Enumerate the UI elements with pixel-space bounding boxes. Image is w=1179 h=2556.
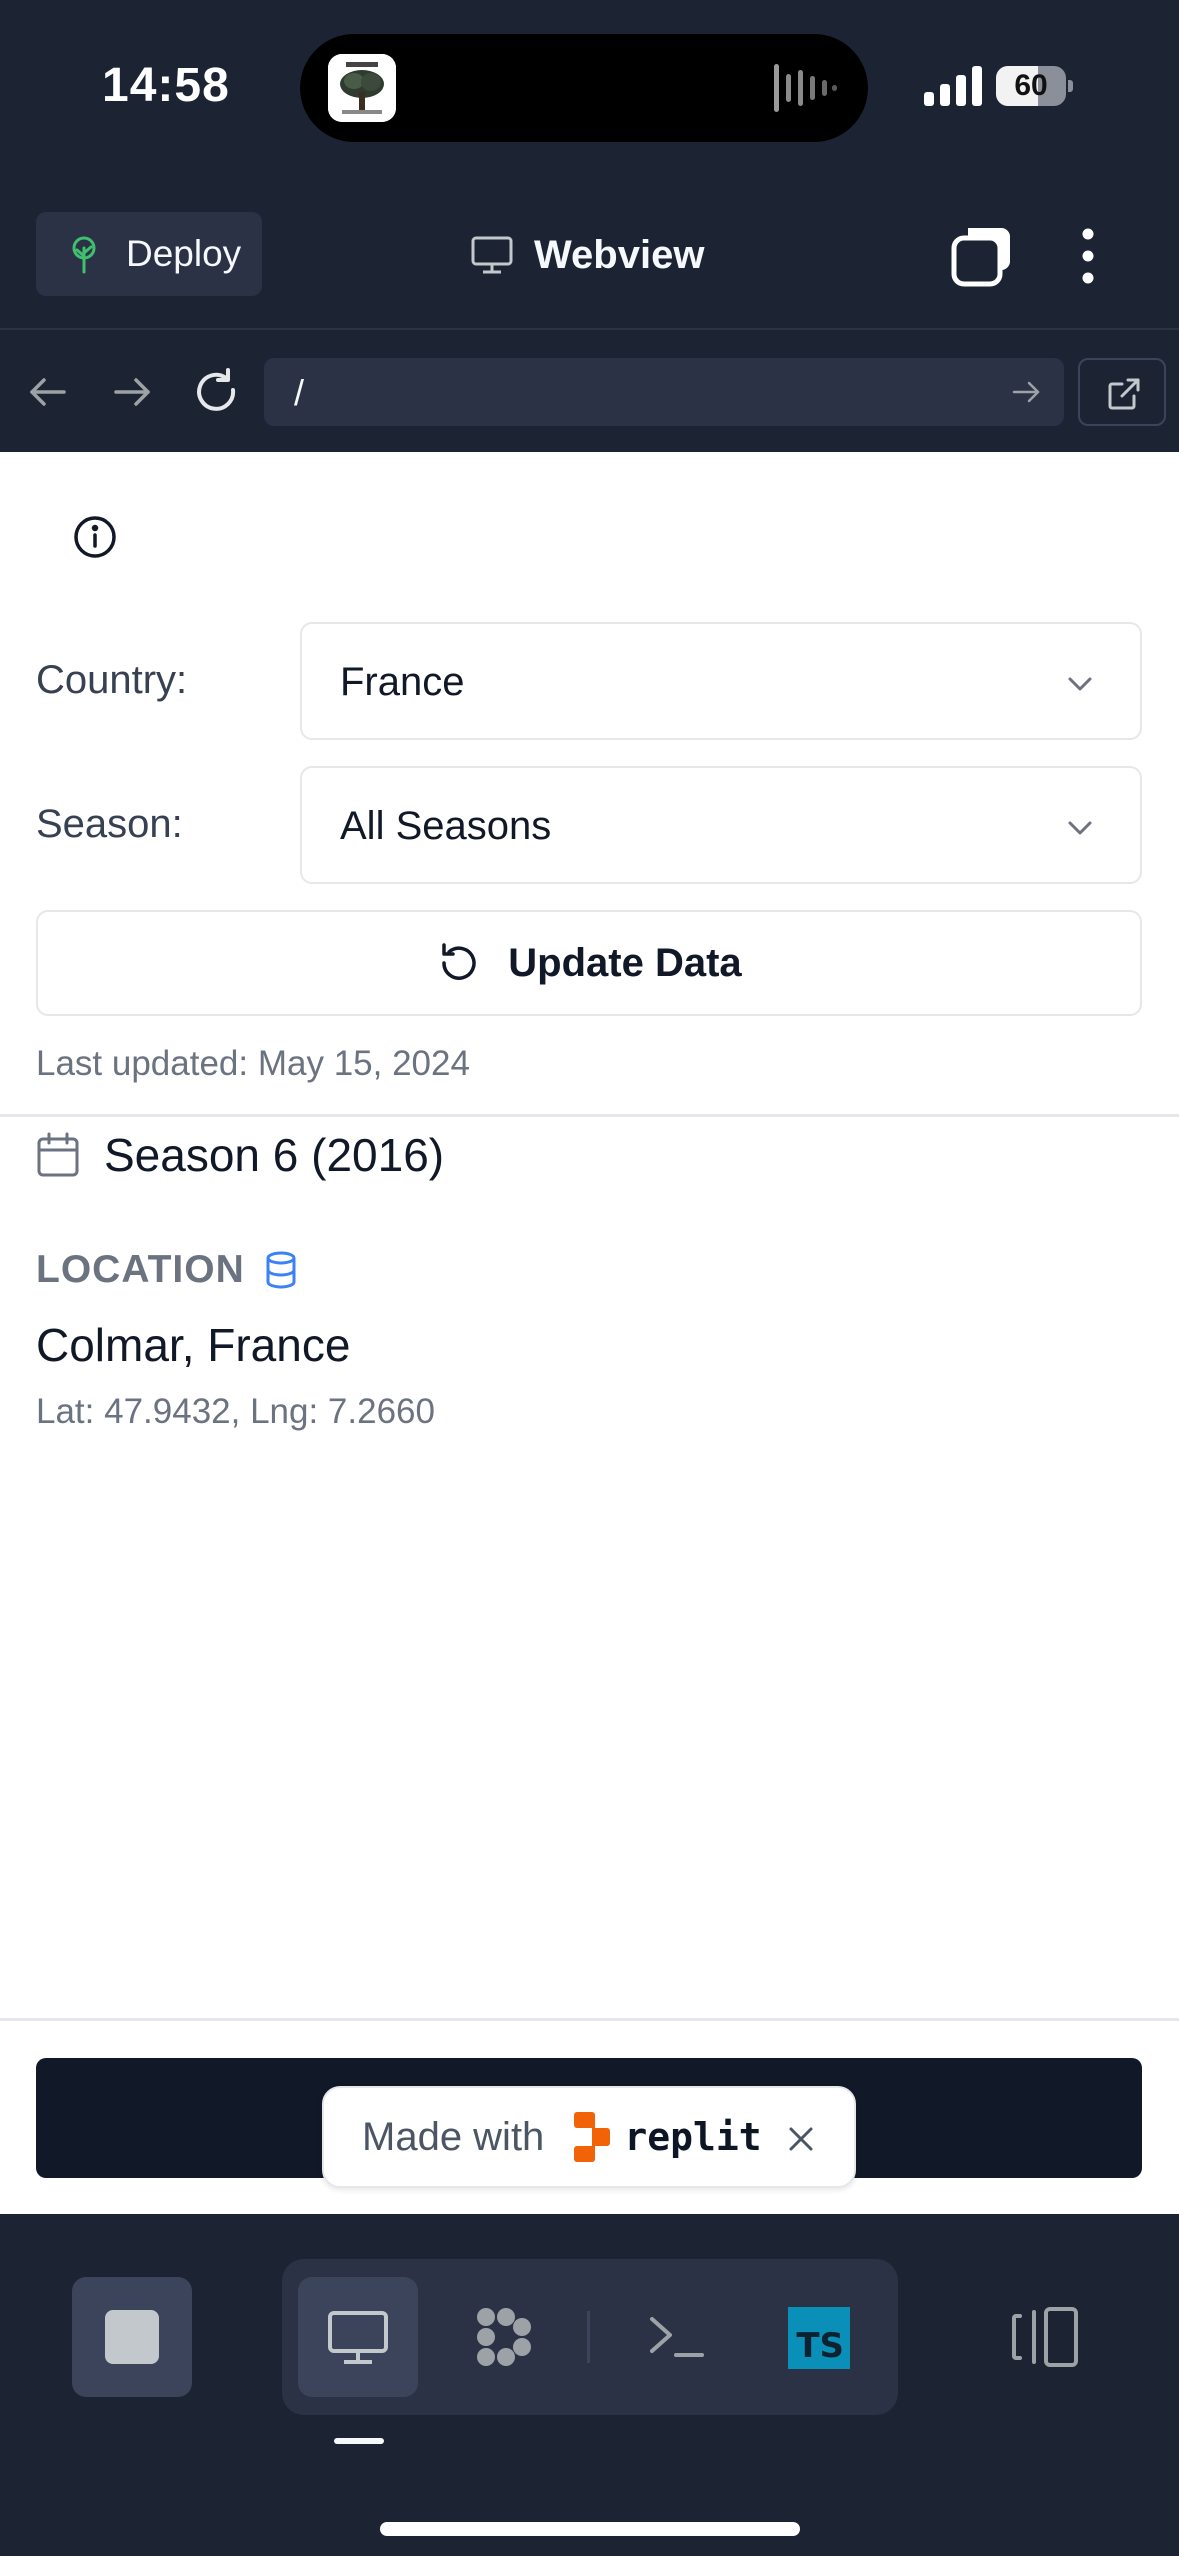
chevron-down-icon	[1068, 677, 1092, 691]
made-with-replit-badge[interactable]: Made with replit	[322, 2086, 856, 2188]
reload-icon[interactable]	[190, 366, 242, 418]
close-icon[interactable]	[786, 2124, 816, 2154]
now-playing-artwork-icon	[328, 54, 396, 122]
typescript-icon: TS	[788, 2307, 850, 2369]
country-select-value: France	[340, 660, 465, 704]
season-select-value: All Seasons	[340, 804, 552, 848]
update-data-label: Update Data	[508, 940, 742, 985]
country-select[interactable]: France	[300, 622, 1142, 740]
home-indicator[interactable]	[380, 2522, 800, 2536]
season-label: Season:	[36, 802, 183, 846]
webview-content: Country: France Season: All Seasons Upda…	[0, 452, 1179, 2214]
calendar-icon	[37, 1132, 79, 1177]
tabs-icon[interactable]	[950, 224, 1014, 288]
back-arrow-icon[interactable]	[22, 366, 74, 418]
tab-typescript-file[interactable]: TS	[758, 2277, 878, 2397]
replit-wordmark: replit	[624, 2115, 762, 2159]
agent-icon	[477, 2308, 531, 2366]
database-icon	[266, 1251, 296, 1289]
info-icon[interactable]	[72, 514, 118, 560]
made-with-text: Made with	[362, 2114, 545, 2159]
open-in-new-tab-button[interactable]	[1078, 358, 1166, 426]
cellular-signal-icon	[924, 66, 982, 106]
external-link-icon	[1108, 378, 1140, 410]
section-divider	[0, 1114, 1179, 1117]
monitor-icon	[471, 236, 513, 274]
monitor-icon	[328, 2311, 388, 2364]
chevron-down-icon	[1068, 821, 1092, 835]
country-label: Country:	[36, 658, 188, 702]
dynamic-island[interactable]	[300, 34, 868, 142]
status-bar: 14:58 60	[0, 0, 1179, 180]
webview-url-bar: /	[0, 332, 1179, 452]
app-header: Deploy Webview	[0, 180, 1179, 330]
tab-agent[interactable]	[444, 2277, 564, 2397]
url-text: /	[294, 372, 305, 413]
season-title: Season 6 (2016)	[104, 1129, 445, 1181]
location-name: Colmar, France	[36, 1319, 351, 1371]
active-tab-indicator	[334, 2438, 384, 2444]
footer-divider	[0, 2018, 1179, 2021]
webview-title[interactable]: Webview	[470, 220, 704, 290]
status-time: 14:58	[102, 59, 230, 112]
deploy-label: Deploy	[126, 233, 242, 274]
deploy-button[interactable]: Deploy	[36, 212, 262, 296]
season-select[interactable]: All Seasons	[300, 766, 1142, 884]
season-heading: Season 6 (2016)	[36, 1128, 444, 1182]
location-header: LOCATION	[36, 1248, 299, 1292]
deploy-icon	[72, 236, 96, 274]
location-label: LOCATION	[36, 1248, 245, 1291]
bottom-toolbar: TS	[0, 2214, 1179, 2556]
battery-icon: 60	[996, 66, 1074, 106]
stop-button[interactable]	[72, 2277, 192, 2397]
battery-percentage: 60	[1014, 69, 1048, 102]
tab-shell[interactable]	[616, 2277, 736, 2397]
last-updated-text: Last updated: May 15, 2024	[36, 1044, 470, 1083]
go-arrow-icon[interactable]	[1010, 376, 1042, 408]
replit-logo-icon	[574, 2112, 611, 2162]
terminal-icon	[650, 2317, 704, 2357]
forward-arrow-icon[interactable]	[106, 366, 158, 418]
audio-waveform-icon	[774, 64, 837, 112]
more-options-icon[interactable]	[1068, 224, 1108, 288]
location-coordinates: Lat: 47.9432, Lng: 7.2660	[36, 1392, 435, 1431]
stop-icon	[105, 2310, 159, 2364]
tab-webview[interactable]	[298, 2277, 418, 2397]
toolbar-separator	[587, 2311, 590, 2363]
tool-tabs: TS	[282, 2259, 898, 2415]
refresh-icon	[442, 943, 477, 980]
webview-title-text: Webview	[534, 232, 705, 277]
update-data-button[interactable]: Update Data	[36, 910, 1142, 1016]
panel-toggle-icon[interactable]	[1010, 2306, 1080, 2368]
url-input[interactable]: /	[264, 358, 1064, 426]
